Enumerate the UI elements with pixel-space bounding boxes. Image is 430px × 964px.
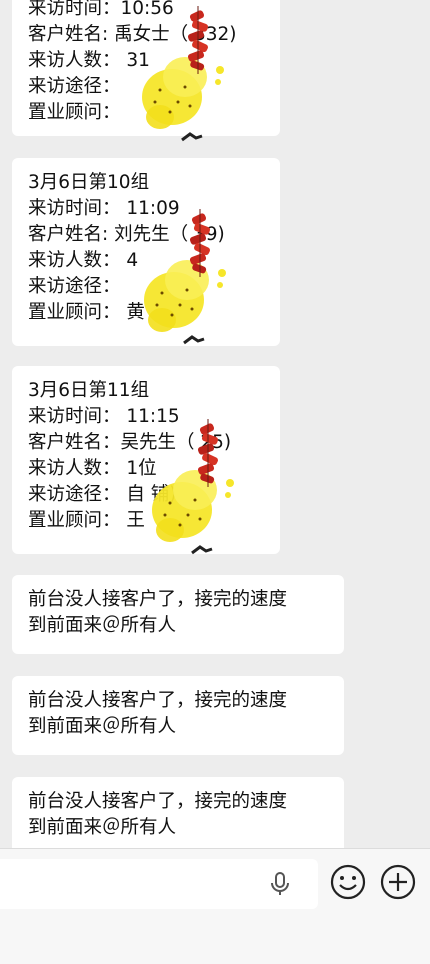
message-line: 3月6日第10组 bbox=[28, 172, 150, 193]
message-line: 来访人数： 1位 bbox=[28, 458, 157, 479]
message-line: 来访途径： bbox=[28, 76, 121, 97]
message-line: 来访时间：10:56 bbox=[28, 0, 174, 19]
message-line: 置业顾问： bbox=[28, 102, 121, 123]
message-line: 到前面来＠所有人 bbox=[28, 615, 177, 636]
message-line: 前台没人接客户了，接完的速度 bbox=[28, 589, 288, 610]
message-bubble-text[interactable]: 前台没人接客户了，接完的速度 到前面来＠所有人 bbox=[12, 777, 344, 856]
message-line: 客户姓名: 禹女士（ 332) bbox=[28, 24, 237, 45]
message-line: 3月6日第11组 bbox=[28, 380, 150, 401]
message-line: 客户姓名：吴先生（ 25) bbox=[28, 432, 232, 453]
message-line: 前台没人接客户了，接完的速度 bbox=[28, 791, 288, 812]
message-line: 来访人数： 31 bbox=[28, 50, 150, 71]
message-bubble-text[interactable]: 前台没人接客户了，接完的速度 到前面来＠所有人 bbox=[12, 575, 344, 654]
message-bubble-visit-record[interactable]: 3月6日第11组 来访时间： 11:15 客户姓名：吴先生（ 25) 来访人数：… bbox=[12, 366, 280, 554]
message-bubble-visit-record[interactable]: 3月6日第10组 来访时间： 11:09 客户姓名: 刘先生（ 39) 来访人数… bbox=[12, 158, 280, 346]
message-line: 到前面来＠所有人 bbox=[28, 716, 177, 737]
message-line: 来访时间： 11:15 bbox=[28, 406, 180, 427]
plus-icon[interactable] bbox=[379, 863, 417, 901]
message-line: 到前面来＠所有人 bbox=[28, 817, 177, 838]
emoji-icon[interactable] bbox=[329, 863, 367, 901]
message-input[interactable] bbox=[0, 859, 318, 909]
message-line: 客户姓名: 刘先生（ 39) bbox=[28, 224, 225, 245]
message-line: 置业顾问： 王 bbox=[28, 510, 145, 531]
chat-input-bar bbox=[0, 848, 430, 964]
microphone-icon[interactable] bbox=[268, 871, 292, 897]
message-line: 来访时间： 11:09 bbox=[28, 198, 180, 219]
message-bubble-visit-record[interactable]: 来访时间：10:56 客户姓名: 禹女士（ 332) 来访人数： 31 来访途径… bbox=[12, 0, 280, 136]
message-line: 前台没人接客户了，接完的速度 bbox=[28, 690, 288, 711]
message-bubble-text[interactable]: 前台没人接客户了，接完的速度 到前面来＠所有人 bbox=[12, 676, 344, 755]
message-line: 置业顾问： 黄 bbox=[28, 302, 145, 323]
message-line: 来访人数： 4 bbox=[28, 250, 139, 271]
message-line: 来访途径： bbox=[28, 276, 121, 297]
message-line: 来访途径： 自 铺) bbox=[28, 484, 177, 505]
